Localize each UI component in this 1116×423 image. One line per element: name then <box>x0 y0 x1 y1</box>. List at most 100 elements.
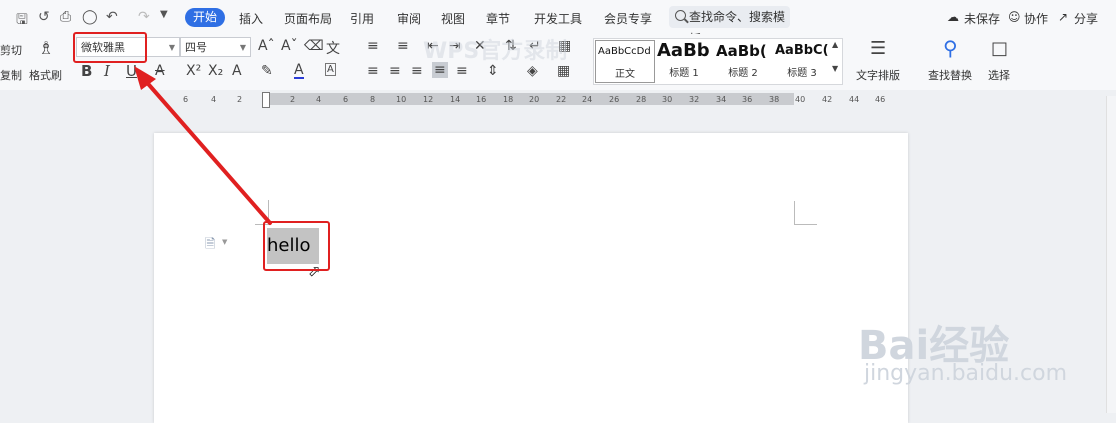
shading-icon[interactable]: ◈ <box>527 63 538 79</box>
ruler-number: 26 <box>609 95 620 104</box>
style-label: 正文 <box>615 69 635 80</box>
borders-icon[interactable]: ▦ <box>557 63 570 79</box>
styles-expand-icon[interactable]: ▼ <box>832 64 838 73</box>
unsaved-status[interactable]: 未保存 <box>964 10 1000 27</box>
menu-tab-references[interactable]: 引用 <box>350 10 374 27</box>
font-color-icon[interactable]: A <box>294 63 304 79</box>
ruler-number: 34 <box>716 95 727 104</box>
vertical-scrollbar[interactable] <box>1106 96 1116 413</box>
menu-tab-member[interactable]: 会员专享 <box>604 10 652 27</box>
style-label: 标题 3 <box>787 68 817 79</box>
undo-icon[interactable]: ↶ <box>106 9 118 25</box>
save-icon[interactable]: 🖫 <box>16 9 28 33</box>
highlight-icon[interactable]: ✎ <box>261 63 273 79</box>
align-left-icon[interactable]: ≡ <box>367 63 379 79</box>
search-icon <box>675 10 686 21</box>
ruler-number: 8 <box>370 95 376 104</box>
ruler-number: 32 <box>689 95 700 104</box>
ruler-number: 44 <box>849 95 860 104</box>
subscript-icon[interactable]: X₂ <box>208 63 223 79</box>
ruler-number: 38 <box>769 95 780 104</box>
styles-scroll-up-icon[interactable]: ▲ <box>832 40 838 49</box>
print-preview-icon[interactable]: ◯ <box>82 9 98 25</box>
quick-access-more-icon[interactable]: ▼ <box>160 9 168 20</box>
menu-tab-view[interactable]: 视图 <box>441 10 465 27</box>
menu-tab-home[interactable]: 开始 <box>185 8 225 27</box>
text-highlight-box <box>263 221 330 271</box>
style-preview: AaBbC( <box>775 43 829 58</box>
ruler-number: 28 <box>636 95 647 104</box>
ruler-number: 6 <box>183 95 189 104</box>
underline-button[interactable]: U <box>126 62 137 80</box>
baidu-url-watermark: jingyan.baidu.com <box>864 361 1068 386</box>
ruler-number: 40 <box>795 95 806 104</box>
chevron-down-icon[interactable]: ▼ <box>222 238 227 246</box>
style-preview: AaBb( <box>716 42 767 60</box>
line-spacing-icon[interactable]: ⇕ <box>487 63 499 79</box>
grow-font-icon[interactable]: Aˆ <box>258 38 275 54</box>
chevron-down-icon: ▼ <box>168 43 175 52</box>
command-search[interactable]: 查找命令、搜索模板 <box>669 6 790 46</box>
cloud-icon: ☁ <box>947 10 959 24</box>
format-painter-icon: ♗ <box>38 38 55 59</box>
menu-tab-chapter[interactable]: 章节 <box>486 10 510 27</box>
paragraph-handle-icon[interactable]: 🗎 <box>205 235 215 257</box>
ruler-number: 36 <box>742 95 753 104</box>
distribute-icon[interactable]: ≡ <box>456 63 468 79</box>
ruler-number: 42 <box>822 95 833 104</box>
bold-button[interactable]: B <box>81 62 92 80</box>
ruler-number: 14 <box>450 95 461 104</box>
ruler-number: 18 <box>503 95 514 104</box>
menu-bar: 🖫 ↺ ⎙ ◯ ↶ ↷ ▼ 开始 插入 页面布局 引用 审阅 视图 章节 开发工… <box>0 0 1116 46</box>
style-heading-2[interactable]: AaBb( 标题 2 <box>714 40 772 81</box>
strikethrough-icon[interactable]: A <box>155 63 165 79</box>
chevron-down-icon: ▼ <box>239 43 246 52</box>
bullet-list-icon[interactable]: ≡ <box>367 38 379 54</box>
ruler-number: 2 <box>237 95 243 104</box>
ruler-number: 30 <box>662 95 673 104</box>
ruler-number: 46 <box>875 95 886 104</box>
style-label: 标题 1 <box>669 68 699 79</box>
style-normal[interactable]: AaBbCcDd 正文 <box>595 40 655 83</box>
menu-tab-review[interactable]: 审阅 <box>397 10 421 27</box>
copy-button[interactable]: 复制 <box>0 67 22 83</box>
ruler-number: 10 <box>396 95 407 104</box>
cut-button[interactable]: 剪切 <box>0 42 22 58</box>
ruler-number: 4 <box>316 95 322 104</box>
collab-button[interactable]: 协作 <box>1024 10 1048 27</box>
menu-tab-insert[interactable]: 插入 <box>239 10 263 27</box>
align-center-icon[interactable]: ≡ <box>389 63 401 79</box>
collab-icon: ☺ <box>1008 10 1021 24</box>
shrink-font-icon[interactable]: Aˇ <box>281 38 298 54</box>
menu-tab-developer[interactable]: 开发工具 <box>534 10 582 27</box>
menu-tab-page-layout[interactable]: 页面布局 <box>284 10 332 27</box>
style-heading-3[interactable]: AaBbC( 标题 3 <box>773 40 831 81</box>
style-preview: AaBbCcDd <box>598 46 651 57</box>
numbered-list-icon[interactable]: ≡ <box>397 38 409 54</box>
print-icon[interactable]: ⎙ <box>60 9 71 25</box>
text-layout-icon: ☰ <box>870 38 887 59</box>
font-name-highlight-box <box>73 32 147 63</box>
ruler-number: 24 <box>582 95 593 104</box>
redo-icon[interactable]: ↷ <box>138 9 150 25</box>
share-button[interactable]: 分享 <box>1074 10 1098 27</box>
font-size-input[interactable]: 四号 ▼ <box>180 37 251 57</box>
select-button[interactable]: 选择 <box>988 67 1010 83</box>
text-layout-button[interactable]: 文字排版 <box>856 67 900 83</box>
font-size-value: 四号 <box>185 41 207 54</box>
char-border-icon[interactable]: A <box>325 63 336 76</box>
clear-format-icon[interactable]: ⌫ <box>304 38 324 54</box>
align-right-icon[interactable]: ≡ <box>411 63 423 79</box>
pinyin-icon[interactable]: 文 <box>326 38 340 58</box>
document-page[interactable] <box>154 133 908 423</box>
style-heading-1[interactable]: AaBb 标题 1 <box>655 40 713 81</box>
format-painter-button[interactable]: 格式刷 <box>29 67 62 83</box>
margin-corner-marker <box>794 201 817 225</box>
italic-button[interactable]: I <box>104 62 110 80</box>
superscript-icon[interactable]: X² <box>186 63 201 79</box>
ruler-indent-marker[interactable] <box>262 92 270 108</box>
text-effect-icon[interactable]: A <box>232 63 242 79</box>
undo-history-icon[interactable]: ↺ <box>38 9 50 25</box>
find-replace-button[interactable]: 查找替换 <box>928 67 972 83</box>
ruler-number: 20 <box>529 95 540 104</box>
